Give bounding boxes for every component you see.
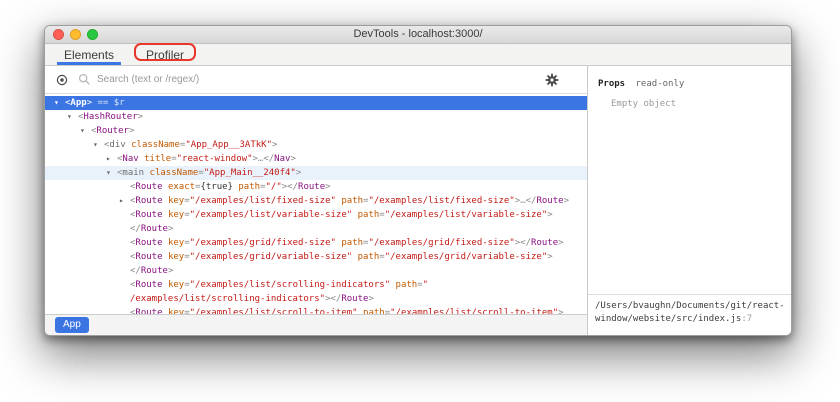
tab-profiler-label: Profiler bbox=[146, 47, 185, 62]
component-tree: ▾ <App> == $r ▾ <HashRouter> ▾ <Router> ▾ <div … bbox=[45, 94, 587, 314]
props-empty-value: Empty object bbox=[611, 99, 677, 109]
inspect-element-icon[interactable] bbox=[55, 73, 69, 87]
tree-row[interactable]: </Route> bbox=[45, 222, 587, 236]
tree-row[interactable]: ▾ <App> == $r bbox=[45, 96, 587, 110]
settings-gear-icon[interactable] bbox=[545, 73, 559, 87]
minimize-button[interactable] bbox=[70, 29, 81, 40]
breadcrumb: App bbox=[45, 314, 587, 335]
tree-row[interactable]: ▸ <Nav title="react-window">…</Nav> bbox=[45, 152, 587, 166]
traffic-lights bbox=[53, 29, 98, 40]
tree-row[interactable]: <Route key="/examples/grid/fixed-size" p… bbox=[45, 236, 587, 250]
close-button[interactable] bbox=[53, 29, 64, 40]
expand-arrow-down-icon[interactable]: ▾ bbox=[79, 124, 91, 138]
tree-row[interactable]: ▸ <Route key="/examples/list/fixed-size" … bbox=[45, 194, 587, 208]
expand-arrow-down-icon[interactable]: ▾ bbox=[66, 110, 78, 124]
tab-elements[interactable]: Elements bbox=[57, 44, 122, 65]
expand-arrow-right-icon[interactable]: ▸ bbox=[118, 194, 130, 208]
tree-row[interactable]: ▾ <div className="App_App__3ATkK"> bbox=[45, 138, 587, 152]
tree-row[interactable]: <Route key="/examples/list/scroll-to-ite… bbox=[45, 306, 587, 314]
expand-arrow-right-icon[interactable]: ▸ bbox=[105, 152, 117, 166]
tab-profiler[interactable]: Profiler bbox=[134, 43, 197, 65]
tree-row[interactable]: /examples/list/scrolling-indicators"></R… bbox=[45, 292, 587, 306]
props-header: Props read-only bbox=[598, 79, 781, 89]
elements-panel: ▾<App> == $r▾<HashRouter>▾<Router>▾<div … bbox=[45, 66, 587, 335]
main-content: ▾<App> == $r▾<HashRouter>▾<Router>▾<div … bbox=[45, 66, 791, 335]
tree-row[interactable]: ▾ <Router> bbox=[45, 124, 587, 138]
expand-arrow-down-icon[interactable]: ▾ bbox=[105, 166, 117, 180]
source-location[interactable]: /Users/bvaughn/Documents/git/react-windo… bbox=[588, 294, 791, 335]
expand-arrow-down-icon[interactable]: ▾ bbox=[53, 96, 65, 110]
tree-row[interactable]: <Route key="/examples/grid/variable-size… bbox=[45, 250, 587, 264]
source-path[interactable]: /Users/bvaughn/Documents/git/react-windo… bbox=[595, 301, 785, 324]
window-title: DevTools - localhost:3000/ bbox=[353, 28, 483, 40]
props-title: Props bbox=[598, 79, 626, 89]
tree-row[interactable]: <Route exact={true} path="/"></Route> bbox=[45, 180, 587, 194]
source-line-number: :7 bbox=[741, 314, 753, 324]
tree-row[interactable]: ▾ <HashRouter> bbox=[45, 110, 587, 124]
props-section: Props read-only Empty object bbox=[588, 66, 791, 294]
tree-row[interactable]: <Route key="/examples/list/scrolling-ind… bbox=[45, 278, 587, 292]
search-icon bbox=[78, 73, 91, 86]
search-input[interactable] bbox=[97, 74, 545, 85]
search-toolbar bbox=[45, 66, 587, 94]
tree-row[interactable]: ▾ <main className="App_Main__240f4"> bbox=[45, 166, 587, 180]
tab-bar: Elements Profiler bbox=[45, 43, 791, 66]
tree-row[interactable]: <Route key="/examples/list/variable-size… bbox=[45, 208, 587, 222]
props-readonly-badge: read-only bbox=[635, 79, 685, 89]
title-bar: DevTools - localhost:3000/ bbox=[45, 26, 791, 44]
props-panel: Props read-only Empty object /Users/bvau… bbox=[588, 66, 791, 335]
devtools-window: DevTools - localhost:3000/ Elements Prof… bbox=[44, 25, 792, 336]
breadcrumb-item-app[interactable]: App bbox=[55, 317, 89, 333]
expand-arrow-down-icon[interactable]: ▾ bbox=[92, 138, 104, 152]
tab-elements-label: Elements bbox=[64, 47, 115, 62]
zoom-button[interactable] bbox=[87, 29, 98, 40]
tree-row[interactable]: </Route> bbox=[45, 264, 587, 278]
